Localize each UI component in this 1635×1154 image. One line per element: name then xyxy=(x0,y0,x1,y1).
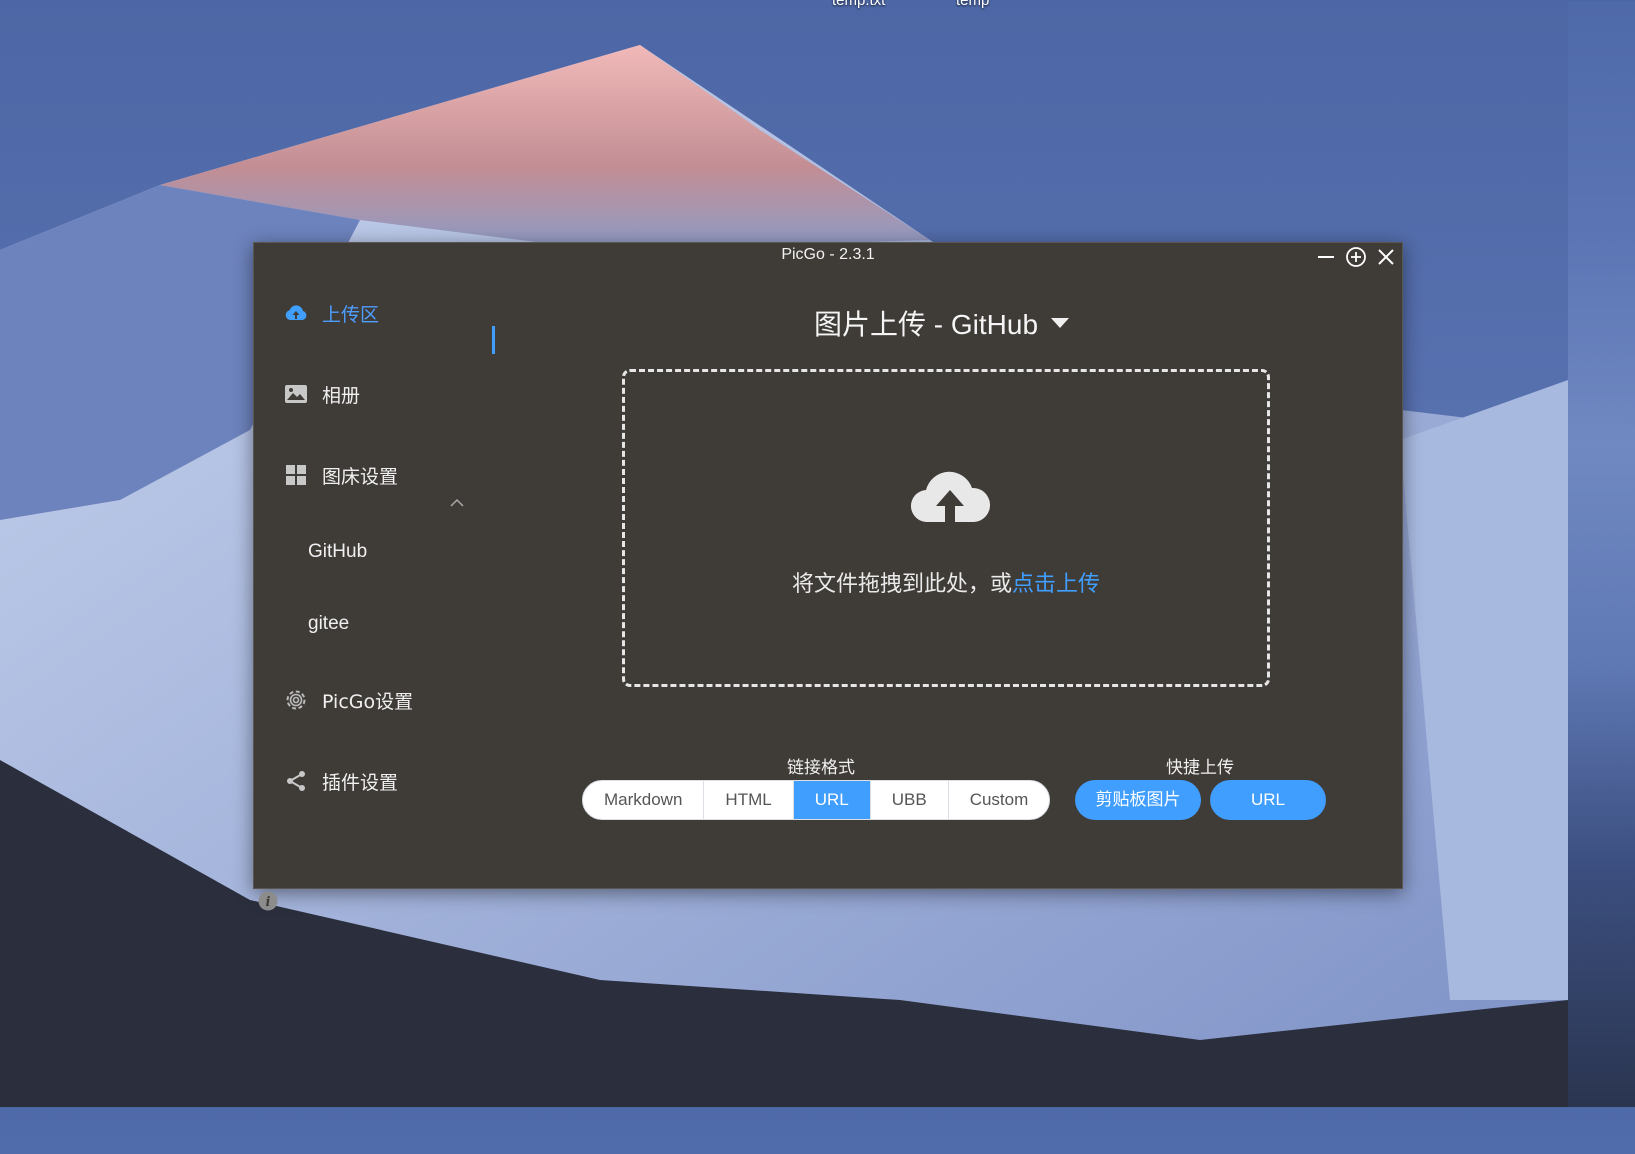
sidebar-item-label: 相册 xyxy=(322,384,361,407)
sidebar-item-picgo-settings[interactable]: PicGo设置 xyxy=(284,680,413,720)
window-title: PicGo - 2.3.1 xyxy=(781,246,875,263)
chevron-up-icon[interactable] xyxy=(450,493,464,512)
sidebar-item-pic-bed-settings[interactable]: 图床设置 xyxy=(284,455,398,495)
close-icon[interactable] xyxy=(1375,246,1397,268)
plus-circle-icon[interactable] xyxy=(1345,246,1367,268)
dropzone-text: 将文件拖拽到此处，或点击上传 xyxy=(625,566,1267,598)
sidebar: 上传区 相册 图床设置 GitHub gitee PicGo设置 插件设置 i xyxy=(254,271,499,911)
upload-dropzone[interactable]: 将文件拖拽到此处，或点击上传 xyxy=(622,369,1270,687)
cloud-upload-icon xyxy=(284,301,308,325)
click-upload-link[interactable]: 点击上传 xyxy=(1012,572,1100,597)
sidebar-item-label: 上传区 xyxy=(322,303,380,326)
dropzone-hint: 将文件拖拽到此处，或 xyxy=(791,572,1012,597)
desktop-icon-label[interactable]: temp.txt xyxy=(832,0,885,9)
image-icon xyxy=(284,382,308,406)
sidebar-item-album[interactable]: 相册 xyxy=(284,374,360,414)
sidebar-subitem-github[interactable]: GitHub xyxy=(308,541,367,563)
sidebar-item-label: PicGo设置 xyxy=(322,690,414,713)
cloud-upload-icon xyxy=(908,460,992,530)
page-title: 图片上传 - GitHub xyxy=(814,309,1039,340)
picgo-window: PicGo - 2.3.1 上传区 相册 图床设置 GitHub gitee P… xyxy=(253,242,1403,911)
share-icon xyxy=(284,769,308,793)
quick-upload-label: 快捷上传 xyxy=(1166,758,1234,778)
gear-icon xyxy=(284,688,308,712)
format-option-ubb[interactable]: UBB xyxy=(871,781,949,819)
sidebar-item-plugin-settings[interactable]: 插件设置 xyxy=(284,761,398,801)
sidebar-item-label: 插件设置 xyxy=(322,771,399,794)
format-option-url[interactable]: URL xyxy=(793,781,871,819)
caret-down-icon[interactable] xyxy=(1050,317,1070,329)
format-option-custom[interactable]: Custom xyxy=(949,781,1050,819)
title-bar[interactable]: PicGo - 2.3.1 xyxy=(254,243,1402,271)
link-format-label: 链接格式 xyxy=(787,758,855,778)
sidebar-subitem-gitee[interactable]: gitee xyxy=(308,613,349,635)
grid-icon xyxy=(284,463,308,487)
sidebar-item-upload[interactable]: 上传区 xyxy=(284,293,379,333)
minimize-icon[interactable] xyxy=(1315,246,1337,268)
link-format-selector: Markdown HTML URL UBB Custom xyxy=(582,780,1051,820)
sidebar-item-label: 图床设置 xyxy=(322,465,399,488)
upload-heading[interactable]: 图片上传 - GitHub xyxy=(814,303,1070,343)
clipboard-upload-button[interactable]: 剪贴板图片 xyxy=(1075,780,1201,820)
format-option-markdown[interactable]: Markdown xyxy=(583,781,705,819)
url-upload-button[interactable]: URL xyxy=(1210,780,1326,820)
info-icon[interactable]: i xyxy=(258,891,278,915)
active-indicator xyxy=(492,326,495,354)
svg-text:i: i xyxy=(266,895,271,910)
format-option-html[interactable]: HTML xyxy=(704,781,794,819)
desktop-icon-label[interactable]: temp xyxy=(956,0,989,9)
